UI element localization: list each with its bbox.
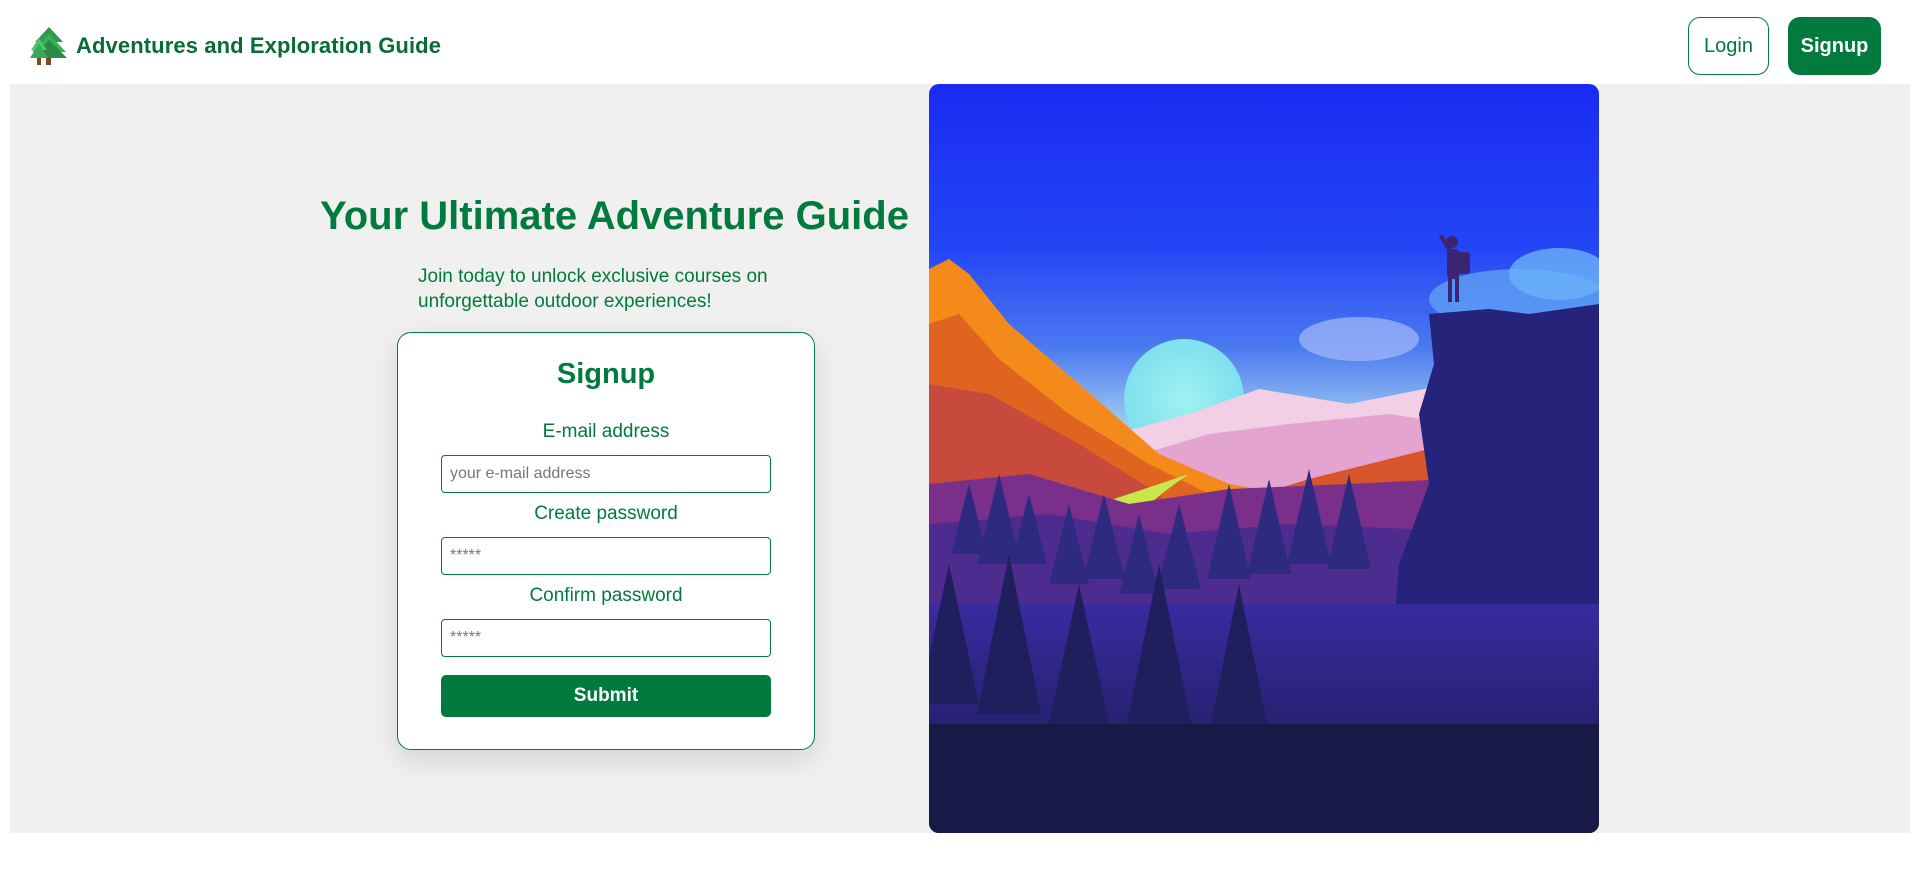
brand-title: Adventures and Exploration Guide bbox=[76, 33, 442, 58]
top-navbar: Adventures and Exploration Guide Login S… bbox=[0, 0, 1920, 84]
signup-form-title: Signup bbox=[556, 358, 656, 390]
create-password-label: Create password bbox=[534, 503, 678, 524]
brand[interactable]: Adventures and Exploration Guide bbox=[30, 26, 441, 66]
email-field[interactable] bbox=[441, 455, 771, 493]
page-title: Your Ultimate Adventure Guide bbox=[320, 194, 909, 238]
signup-nav-button[interactable]: Signup bbox=[1788, 17, 1881, 75]
login-button[interactable]: Login bbox=[1688, 17, 1769, 75]
hero-illustration bbox=[929, 84, 1599, 833]
confirm-password-field[interactable] bbox=[441, 619, 771, 657]
hiker-on-cliff-image bbox=[929, 84, 1599, 833]
signup-form: Signup E-mail address Create password Co… bbox=[397, 332, 815, 750]
submit-button[interactable]: Submit bbox=[441, 675, 771, 717]
confirm-password-label: Confirm password bbox=[529, 585, 683, 606]
create-password-field[interactable] bbox=[441, 537, 771, 575]
email-label: E-mail address bbox=[542, 421, 670, 442]
tree-icon bbox=[30, 27, 67, 65]
main-content: Your Ultimate Adventure Guide Join today… bbox=[10, 84, 1910, 833]
hero-subtitle: Join today to unlock exclusive courses o… bbox=[418, 266, 768, 312]
